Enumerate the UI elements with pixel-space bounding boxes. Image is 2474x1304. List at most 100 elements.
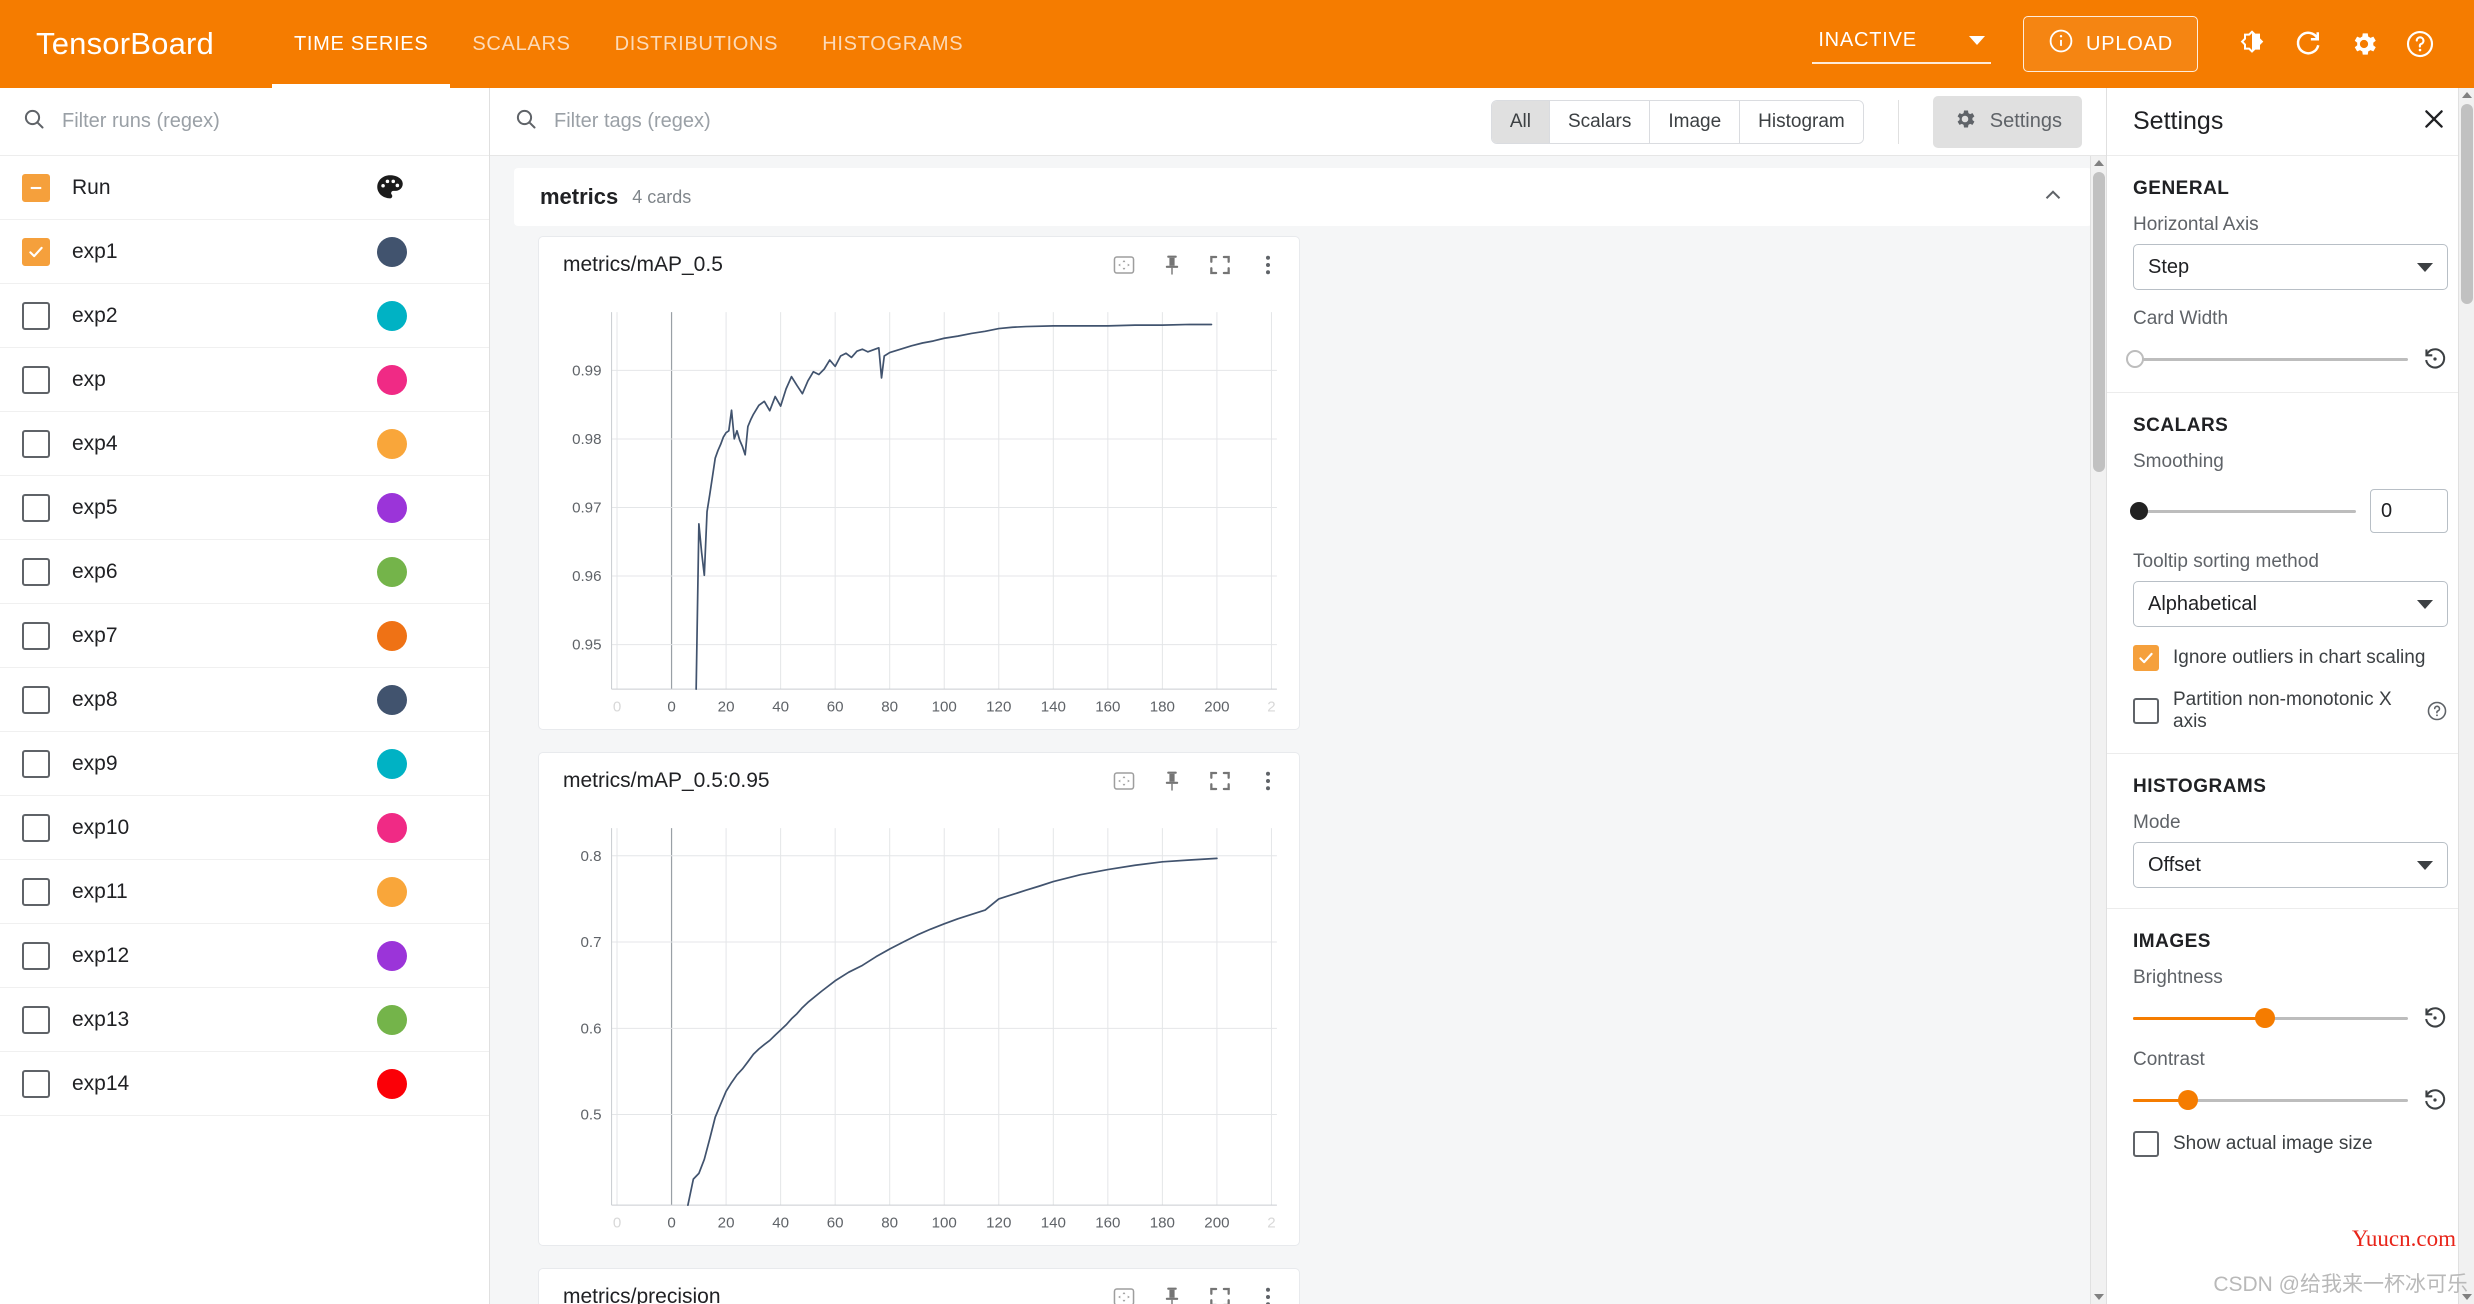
upload-button[interactable]: UPLOAD: [2022, 16, 2198, 72]
smoothing-input[interactable]: 0: [2370, 489, 2448, 533]
segment-histogram[interactable]: Histogram: [1740, 100, 1863, 143]
partition-checkbox[interactable]: [2133, 698, 2159, 724]
run-checkbox-exp6[interactable]: [22, 557, 50, 586]
segment-scalars[interactable]: Scalars: [1549, 100, 1651, 143]
close-icon[interactable]: [2420, 105, 2448, 138]
run-color-cell[interactable]: [377, 556, 407, 587]
run-row-exp8[interactable]: exp8: [0, 668, 489, 732]
overflow-menu-icon[interactable]: [1255, 252, 1281, 278]
pin-icon[interactable]: [1159, 768, 1185, 794]
run-color-swatch[interactable]: [377, 428, 407, 459]
partition-row[interactable]: Partition non-monotonic X axis: [2133, 689, 2448, 733]
run-color-cell[interactable]: [377, 1068, 407, 1099]
run-color-swatch[interactable]: [377, 812, 407, 843]
settings-button[interactable]: Settings: [1932, 95, 2082, 148]
run-row-exp11[interactable]: exp11: [0, 860, 489, 924]
pin-icon[interactable]: [1159, 252, 1185, 278]
run-checkbox-exp8[interactable]: [22, 685, 50, 714]
run-row-exp10[interactable]: exp10: [0, 796, 489, 860]
chart-card[interactable]: metrics/mAP_0.5:0.95 0.5 0.6 0.7 0.8 0 0 20 40 60…: [538, 752, 1300, 1246]
run-checkbox-exp1[interactable]: [22, 237, 50, 266]
run-row-exp12[interactable]: exp12: [0, 924, 489, 988]
contrast-slider[interactable]: [2133, 1088, 2408, 1112]
actual-size-checkbox[interactable]: [2133, 1131, 2159, 1157]
segment-all[interactable]: All: [1491, 100, 1550, 143]
run-color-cell[interactable]: [377, 492, 407, 523]
run-checkbox-exp4[interactable]: [22, 429, 50, 458]
scroll-up-arrow-icon[interactable]: [2462, 92, 2472, 98]
run-status-dropdown[interactable]: INACTIVE: [1812, 25, 1991, 64]
fullscreen-icon[interactable]: [1207, 1284, 1233, 1304]
run-row-exp[interactable]: exp: [0, 348, 489, 412]
brightness-slider[interactable]: [2133, 1006, 2408, 1030]
card-width-knob[interactable]: [2126, 350, 2144, 368]
contrast-reset-icon[interactable]: [2422, 1087, 2448, 1113]
group-header-metrics[interactable]: metrics 4 cards: [514, 168, 2092, 226]
tooltip-sort-select[interactable]: Alphabetical: [2133, 581, 2448, 627]
run-color-cell[interactable]: [377, 748, 407, 779]
run-color-swatch[interactable]: [377, 940, 407, 971]
palette-cell[interactable]: [373, 171, 407, 205]
tab-time-series[interactable]: TIME SERIES: [271, 0, 451, 88]
overflow-menu-icon[interactable]: [1255, 1284, 1281, 1304]
scroll-down-arrow-icon[interactable]: [2094, 1294, 2104, 1300]
tag-filter-input[interactable]: [554, 110, 1475, 133]
horizontal-axis-select[interactable]: Step: [2133, 244, 2448, 290]
run-row-exp4[interactable]: exp4: [0, 412, 489, 476]
run-checkbox-exp9[interactable]: [22, 749, 50, 778]
data-table-icon[interactable]: [1111, 252, 1137, 278]
run-checkbox-exp10[interactable]: [22, 813, 50, 842]
run-checkbox-exp13[interactable]: [22, 1005, 50, 1034]
run-checkbox-exp5[interactable]: [22, 493, 50, 522]
run-color-swatch[interactable]: [377, 1068, 407, 1099]
run-row-exp1[interactable]: exp1: [0, 220, 489, 284]
run-color-cell[interactable]: [377, 620, 407, 651]
run-row-exp9[interactable]: exp9: [0, 732, 489, 796]
run-color-cell[interactable]: [377, 940, 407, 971]
run-color-swatch[interactable]: [377, 684, 407, 715]
run-color-swatch[interactable]: [377, 620, 407, 651]
actual-size-row[interactable]: Show actual image size: [2133, 1131, 2448, 1157]
run-color-cell[interactable]: [377, 364, 407, 395]
run-color-cell[interactable]: [377, 684, 407, 715]
run-color-swatch[interactable]: [377, 300, 407, 331]
reload-icon[interactable]: [2280, 16, 2336, 72]
fullscreen-icon[interactable]: [1207, 252, 1233, 278]
run-checkbox-exp12[interactable]: [22, 941, 50, 970]
run-checkbox-exp7[interactable]: [22, 621, 50, 650]
dashboard-scrollbar[interactable]: [2090, 156, 2106, 1304]
scrollbar-thumb[interactable]: [2093, 172, 2105, 472]
brightness-icon[interactable]: [2224, 16, 2280, 72]
palette-icon[interactable]: [373, 171, 407, 205]
run-checkbox-exp2[interactable]: [22, 301, 50, 330]
fullscreen-icon[interactable]: [1207, 768, 1233, 794]
run-color-cell[interactable]: [377, 1004, 407, 1035]
scroll-down-arrow-icon[interactable]: [2462, 1294, 2472, 1300]
select-all-checkbox[interactable]: [22, 173, 50, 202]
run-checkbox-exp[interactable]: [22, 365, 50, 394]
gear-icon[interactable]: [2336, 16, 2392, 72]
chart-plot[interactable]: 0.5 0.6 0.7 0.8 0 0 20 40 60 80 100 120 140 160 180 200…: [539, 810, 1299, 1245]
run-list-header-row[interactable]: Run: [0, 156, 489, 220]
run-row-exp13[interactable]: exp13: [0, 988, 489, 1052]
run-row-exp6[interactable]: exp6: [0, 540, 489, 604]
run-checkbox-exp14[interactable]: [22, 1069, 50, 1098]
data-table-icon[interactable]: [1111, 1284, 1137, 1304]
card-width-slider[interactable]: [2126, 347, 2408, 371]
scrollbar-thumb[interactable]: [2461, 104, 2473, 304]
run-color-cell[interactable]: [377, 300, 407, 331]
run-color-swatch[interactable]: [377, 1004, 407, 1035]
smoothing-knob[interactable]: [2130, 502, 2148, 520]
tab-histograms[interactable]: HISTOGRAMS: [800, 0, 985, 88]
smoothing-slider[interactable]: [2130, 499, 2356, 523]
run-row-exp7[interactable]: exp7: [0, 604, 489, 668]
run-row-exp5[interactable]: exp5: [0, 476, 489, 540]
help-circle-icon[interactable]: [2426, 700, 2448, 722]
run-color-cell[interactable]: [377, 428, 407, 459]
ignore-outliers-row[interactable]: Ignore outliers in chart scaling: [2133, 645, 2448, 671]
run-color-swatch[interactable]: [377, 748, 407, 779]
run-color-cell[interactable]: [377, 812, 407, 843]
pin-icon[interactable]: [1159, 1284, 1185, 1304]
run-color-swatch[interactable]: [377, 364, 407, 395]
card-width-reset-icon[interactable]: [2422, 346, 2448, 372]
